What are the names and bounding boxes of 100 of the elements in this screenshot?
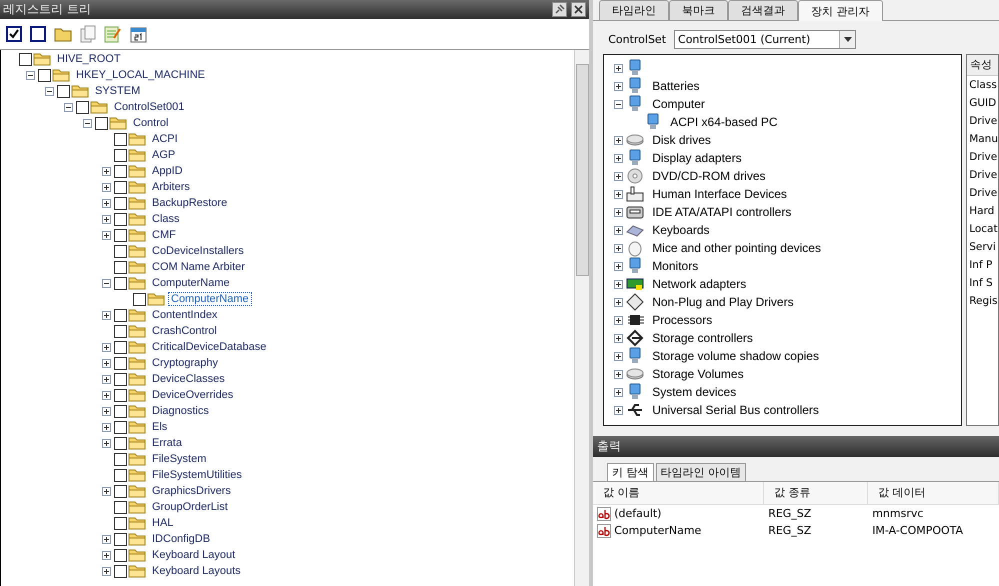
- expand-toggle-icon[interactable]: [614, 262, 624, 270]
- expand-toggle-icon[interactable]: [614, 226, 624, 234]
- tree-item[interactable]: CMF: [149, 228, 179, 242]
- expand-toggle-icon[interactable]: [102, 566, 111, 576]
- scrollbar[interactable]: [574, 50, 590, 586]
- tree-item[interactable]: Arbiters: [149, 180, 193, 194]
- tab[interactable]: 타임라인: [599, 0, 670, 20]
- device-category[interactable]: Computer: [652, 97, 705, 111]
- device-category[interactable]: Storage volume shadow copies: [652, 349, 819, 363]
- tab[interactable]: 북마크: [669, 0, 728, 20]
- expand-toggle-icon[interactable]: [614, 352, 624, 360]
- tab[interactable]: 장치 관리자: [798, 0, 883, 21]
- checkbox[interactable]: [114, 212, 127, 226]
- device-category[interactable]: Storage Volumes: [652, 367, 744, 381]
- checkbox[interactable]: [76, 100, 89, 114]
- checkbox[interactable]: [114, 180, 127, 194]
- checkbox[interactable]: [57, 84, 70, 98]
- expand-toggle-icon[interactable]: [614, 208, 624, 216]
- tab[interactable]: 키 탐색: [607, 463, 654, 481]
- expand-toggle-icon[interactable]: [614, 334, 624, 342]
- expand-toggle-icon[interactable]: [102, 438, 111, 448]
- checkbox[interactable]: [114, 308, 127, 322]
- expand-toggle-icon[interactable]: [614, 388, 624, 396]
- expand-toggle-icon[interactable]: [102, 310, 111, 320]
- device-category[interactable]: Keyboards: [652, 223, 710, 237]
- tree-item[interactable]: ComputerName: [149, 276, 233, 290]
- copy-icon[interactable]: [80, 25, 96, 43]
- expand-toggle-icon[interactable]: [102, 342, 111, 352]
- controlset-dropdown[interactable]: ControlSet001 (Current): [674, 30, 856, 49]
- expand-toggle-icon[interactable]: [102, 374, 111, 384]
- checkbox[interactable]: [114, 164, 127, 178]
- expand-toggle-icon[interactable]: [614, 64, 624, 72]
- tree-item[interactable]: Cryptography: [149, 356, 222, 370]
- expand-toggle-icon[interactable]: [102, 390, 111, 400]
- checkbox[interactable]: [114, 148, 127, 162]
- collapse-toggle-icon[interactable]: [614, 100, 624, 108]
- collapse-toggle-icon[interactable]: [45, 86, 54, 96]
- device-category[interactable]: Monitors: [652, 259, 698, 273]
- uncheck-all-button[interactable]: [30, 26, 46, 42]
- tree-item[interactable]: HIVE_ROOT: [54, 52, 124, 66]
- device-category[interactable]: Storage controllers: [652, 331, 753, 345]
- expand-toggle-icon[interactable]: [614, 316, 624, 324]
- checkbox[interactable]: [114, 228, 127, 242]
- tree-item[interactable]: DeviceClasses: [149, 372, 228, 386]
- checkbox[interactable]: [95, 116, 108, 130]
- checkbox[interactable]: [114, 324, 127, 338]
- expand-toggle-icon[interactable]: [614, 244, 624, 252]
- tree-item[interactable]: ContentIndex: [149, 308, 220, 322]
- collapse-toggle-icon[interactable]: [64, 102, 73, 112]
- expand-toggle-icon[interactable]: [102, 230, 111, 240]
- collapse-toggle-icon[interactable]: [102, 278, 111, 288]
- expand-toggle-icon[interactable]: [102, 406, 111, 416]
- expand-toggle-icon[interactable]: [614, 136, 624, 144]
- checkbox[interactable]: [114, 372, 127, 386]
- tree-item[interactable]: HAL: [149, 516, 176, 530]
- device-category[interactable]: ACPI x64-based PC: [670, 115, 778, 129]
- expand-toggle-icon[interactable]: [102, 358, 111, 368]
- pin-button[interactable]: [552, 2, 568, 17]
- tree-item[interactable]: Control: [130, 116, 172, 130]
- checkbox[interactable]: [114, 404, 127, 418]
- check-all-button[interactable]: [6, 26, 22, 42]
- expand-toggle-icon[interactable]: [102, 182, 111, 192]
- device-category[interactable]: Processors: [652, 313, 712, 327]
- expand-toggle-icon[interactable]: [102, 214, 111, 224]
- expand-toggle-icon[interactable]: [614, 406, 624, 414]
- expand-toggle-icon[interactable]: [102, 198, 111, 208]
- expand-toggle-icon[interactable]: [614, 370, 624, 378]
- tree-item[interactable]: IDConfigDB: [149, 532, 214, 546]
- checkbox[interactable]: [38, 68, 51, 82]
- tree-item[interactable]: Els: [149, 420, 170, 434]
- checkbox[interactable]: [114, 260, 127, 274]
- checkbox[interactable]: [114, 484, 127, 498]
- tree-item[interactable]: Diagnostics: [149, 404, 212, 418]
- expand-toggle-icon[interactable]: [102, 422, 111, 432]
- expand-toggle-icon[interactable]: [614, 172, 624, 180]
- tree-item[interactable]: FileSystem: [149, 452, 210, 466]
- expand-toggle-icon[interactable]: [614, 280, 624, 288]
- tree-item[interactable]: ControlSet001: [111, 100, 188, 114]
- device-category[interactable]: Batteries: [652, 79, 700, 93]
- collapse-toggle-icon[interactable]: [83, 118, 92, 128]
- tree-item[interactable]: AGP: [149, 148, 178, 162]
- expand-toggle-icon[interactable]: [614, 154, 624, 162]
- tree-item[interactable]: GraphicsDrivers: [149, 484, 234, 498]
- tree-item[interactable]: BackupRestore: [149, 196, 230, 210]
- checkbox[interactable]: [114, 132, 127, 146]
- device-category[interactable]: Universal Serial Bus controllers: [652, 403, 819, 417]
- expand-toggle-icon[interactable]: [614, 190, 624, 198]
- tab[interactable]: 타임라인 아이템: [656, 463, 746, 481]
- checkbox[interactable]: [114, 420, 127, 434]
- checkbox[interactable]: [114, 548, 127, 562]
- tree-item[interactable]: Errata: [149, 436, 185, 450]
- checkbox[interactable]: [114, 340, 127, 354]
- checkbox[interactable]: [114, 468, 127, 482]
- device-category[interactable]: Disk drives: [652, 133, 711, 147]
- tree-item[interactable]: CoDeviceInstallers: [149, 244, 247, 258]
- checkbox[interactable]: [19, 52, 32, 66]
- checkbox[interactable]: [133, 292, 146, 306]
- tab[interactable]: 검색결과: [728, 0, 798, 20]
- device-category[interactable]: Display adapters: [652, 151, 742, 165]
- checkbox[interactable]: [114, 532, 127, 546]
